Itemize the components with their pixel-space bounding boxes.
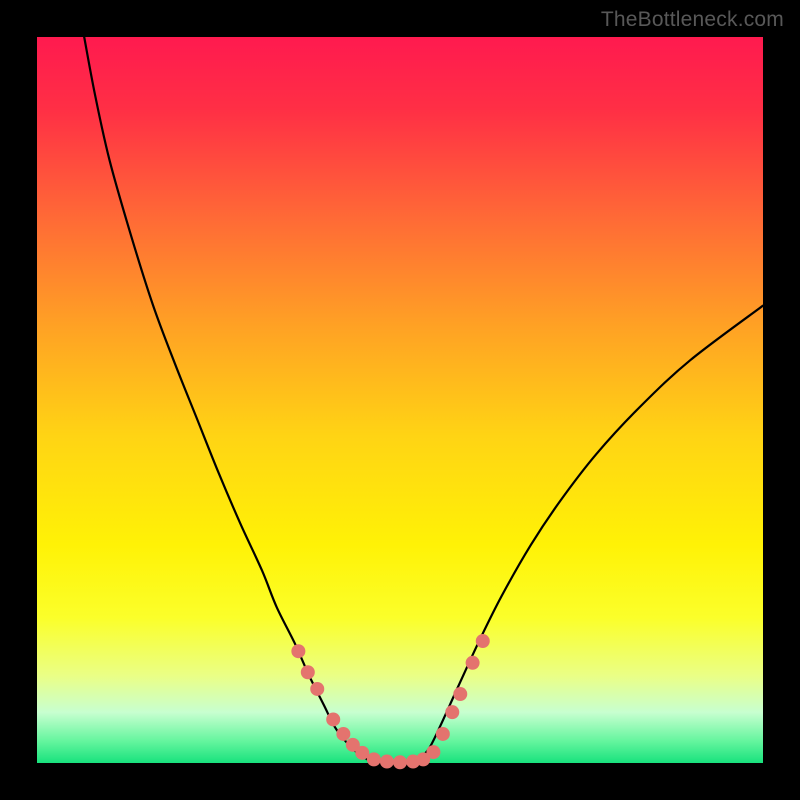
highlight-dot	[380, 755, 394, 769]
highlight-dot	[301, 665, 315, 679]
highlight-dot	[426, 745, 440, 759]
highlight-dot	[476, 634, 490, 648]
right-arm-curve	[418, 306, 763, 761]
highlight-dot	[310, 682, 324, 696]
highlight-dot	[367, 752, 381, 766]
highlight-dot	[291, 644, 305, 658]
highlight-dot	[326, 712, 340, 726]
left-arm-curve	[84, 37, 367, 759]
chart-frame: TheBottleneck.com	[0, 0, 800, 800]
highlight-dot	[436, 727, 450, 741]
curve-layer	[37, 37, 763, 763]
highlight-dot	[453, 687, 467, 701]
highlight-dot	[336, 727, 350, 741]
plot-area	[37, 37, 763, 763]
highlight-dot	[445, 705, 459, 719]
highlight-dot	[393, 755, 407, 769]
watermark-text: TheBottleneck.com	[601, 8, 784, 32]
highlight-dot	[466, 656, 480, 670]
